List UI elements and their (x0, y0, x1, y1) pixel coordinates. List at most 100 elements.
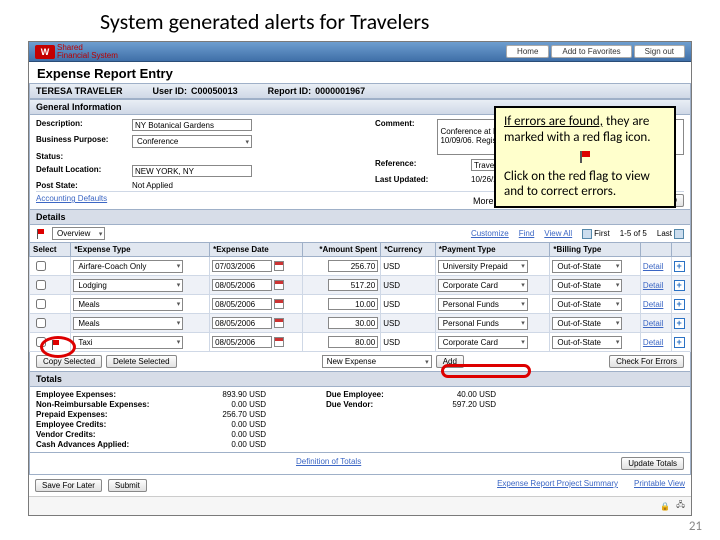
logo: W Shared Financial System (29, 44, 124, 60)
col-currency[interactable]: *Currency (381, 243, 436, 257)
row-select-checkbox[interactable] (36, 299, 46, 309)
payment-type-select[interactable]: Corporate Card (438, 279, 528, 292)
favorites-link[interactable]: Add to Favorites (551, 45, 631, 58)
currency-cell: USD (381, 333, 436, 352)
new-expense-select[interactable]: New Expense (322, 355, 432, 368)
report-id-value: 0000001967 (315, 86, 365, 96)
row-select-checkbox[interactable] (36, 280, 46, 290)
business-purpose-label: Business Purpose: (36, 135, 126, 144)
col-select[interactable]: Select (30, 243, 71, 257)
add-row-button[interactable]: + (674, 261, 685, 272)
arrow-right-icon (674, 229, 684, 239)
amount-input[interactable]: 80.00 (328, 336, 378, 348)
delete-selected-button[interactable]: Delete Selected (106, 355, 176, 368)
billing-type-select[interactable]: Out-of-State (552, 317, 622, 330)
expense-date-input[interactable]: 07/03/2006 (212, 260, 272, 272)
expense-type-select[interactable]: Taxi (73, 336, 183, 349)
accounting-defaults-link[interactable]: Accounting Defaults (36, 194, 107, 207)
business-purpose-select[interactable]: Conference (132, 135, 252, 148)
amount-input[interactable]: 517.20 (328, 279, 378, 291)
report-summary-link[interactable]: Expense Report Project Summary (497, 479, 618, 492)
overview-select[interactable]: Overview (52, 227, 105, 240)
payment-type-select[interactable]: Corporate Card (438, 336, 528, 349)
expense-type-select[interactable]: Meals (73, 317, 183, 330)
detail-link[interactable]: Detail (643, 338, 663, 347)
expense-date-input[interactable]: 08/05/2006 (212, 336, 272, 348)
slide-number: 21 (689, 519, 702, 534)
calendar-icon[interactable] (274, 337, 284, 347)
expense-grid: Select *Expense Type *Expense Date *Amou… (29, 242, 691, 352)
save-later-button[interactable]: Save For Later (35, 479, 102, 492)
totals-header[interactable]: Totals (29, 372, 691, 387)
billing-type-select[interactable]: Out-of-State (552, 336, 622, 349)
expense-type-select[interactable]: Airfare-Coach Only (73, 260, 183, 273)
calendar-icon[interactable] (274, 318, 284, 328)
credits-label: Employee Credits: (36, 420, 206, 429)
row-select-checkbox[interactable] (36, 337, 46, 347)
col-type[interactable]: *Expense Type (71, 243, 210, 257)
billing-type-select[interactable]: Out-of-State (552, 279, 622, 292)
comment-label: Comment: (375, 119, 431, 128)
page-title: Expense Report Entry (29, 62, 691, 83)
report-id-label: Report ID: (268, 86, 312, 96)
payment-type-select[interactable]: University Prepaid (438, 260, 528, 273)
flag-icon[interactable] (51, 340, 61, 350)
bottom-row: Save For Later Submit Expense Report Pro… (29, 475, 691, 496)
slide-title: System generated alerts for Travelers (0, 0, 720, 41)
expense-date-input[interactable]: 08/05/2006 (212, 279, 272, 291)
payment-type-select[interactable]: Personal Funds (438, 317, 528, 330)
totals-footer: Definition of Totals Update Totals (29, 453, 691, 475)
add-row-button[interactable]: + (674, 318, 685, 329)
detail-link[interactable]: Detail (643, 262, 663, 271)
col-payment[interactable]: *Payment Type (435, 243, 550, 257)
submit-button[interactable]: Submit (108, 479, 147, 492)
copy-selected-button[interactable]: Copy Selected (36, 355, 102, 368)
totals-body: Employee Expenses: Non-Reimbursable Expe… (29, 387, 691, 453)
first-nav[interactable]: First (582, 229, 610, 239)
add-row-button[interactable]: + (674, 337, 685, 348)
detail-link[interactable]: Detail (643, 319, 663, 328)
find-link[interactable]: Find (519, 229, 535, 239)
details-header[interactable]: Details (29, 210, 691, 225)
calendar-icon[interactable] (274, 280, 284, 290)
expense-date-input[interactable]: 08/05/2006 (212, 317, 272, 329)
definition-link[interactable]: Definition of Totals (296, 457, 361, 470)
detail-link[interactable]: Detail (643, 281, 663, 290)
col-amount[interactable]: *Amount Spent (303, 243, 381, 257)
row-select-checkbox[interactable] (36, 261, 46, 271)
callout-line3: Click on the red flag to view and to cor… (504, 169, 650, 200)
table-row: Lodging08/05/2006517.20USDCorporate Card… (30, 276, 691, 295)
signout-link[interactable]: Sign out (634, 45, 685, 58)
billing-type-select[interactable]: Out-of-State (552, 260, 622, 273)
emp-exp-label: Employee Expenses: (36, 390, 206, 399)
printable-view-link[interactable]: Printable View (634, 479, 685, 492)
flag-icon (36, 229, 46, 239)
last-nav[interactable]: Last (657, 229, 684, 239)
description-input[interactable]: NY Botanical Gardens (132, 119, 252, 131)
payment-type-select[interactable]: Personal Funds (438, 298, 528, 311)
add-row-button[interactable]: + (674, 280, 685, 291)
row-select-checkbox[interactable] (36, 318, 46, 328)
update-totals-button[interactable]: Update Totals (621, 457, 684, 470)
viewall-link[interactable]: View All (544, 229, 572, 239)
calendar-icon[interactable] (274, 261, 284, 271)
expense-type-select[interactable]: Lodging (73, 279, 183, 292)
default-location-input[interactable]: NEW YORK, NY (132, 165, 252, 177)
add-button[interactable]: Add (436, 355, 464, 368)
amount-input[interactable]: 10.00 (328, 298, 378, 310)
vendor-cred-val: 0.00 USD (206, 430, 266, 439)
expense-date-input[interactable]: 08/05/2006 (212, 298, 272, 310)
check-errors-button[interactable]: Check For Errors (609, 355, 684, 368)
col-date[interactable]: *Expense Date (210, 243, 303, 257)
amount-input[interactable]: 256.70 (328, 260, 378, 272)
calendar-icon[interactable] (274, 299, 284, 309)
detail-link[interactable]: Detail (643, 300, 663, 309)
amount-input[interactable]: 30.00 (328, 317, 378, 329)
col-billing[interactable]: *Billing Type (550, 243, 641, 257)
table-row: Meals08/05/200630.00USDPersonal FundsOut… (30, 314, 691, 333)
add-row-button[interactable]: + (674, 299, 685, 310)
customize-link[interactable]: Customize (471, 229, 509, 239)
home-link[interactable]: Home (506, 45, 549, 58)
billing-type-select[interactable]: Out-of-State (552, 298, 622, 311)
expense-type-select[interactable]: Meals (73, 298, 183, 311)
